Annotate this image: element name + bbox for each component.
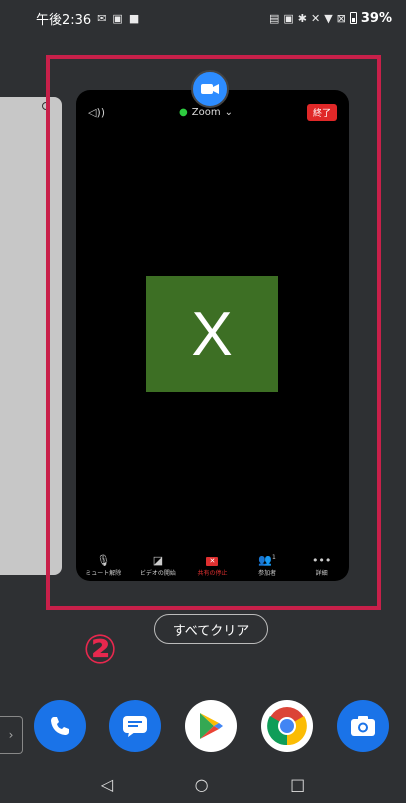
messages-app[interactable] xyxy=(109,700,161,752)
tool-label: 共有の停止 xyxy=(197,570,228,577)
battery-icon xyxy=(349,12,357,24)
video-icon: ■ xyxy=(128,11,140,25)
video-camera-icon xyxy=(201,84,219,94)
start-video-button[interactable]: ◪ ビデオの開始 xyxy=(133,555,183,577)
more-icon: ••• xyxy=(311,554,332,567)
unmute-button[interactable]: 🎙 ミュート解除 xyxy=(78,555,128,577)
mute-icon: ✕ xyxy=(310,11,321,25)
back-icon[interactable]: ◁ xyxy=(101,775,113,794)
play-store-app[interactable] xyxy=(185,700,237,752)
cast-icon: ▤ xyxy=(268,11,280,25)
chrome-app[interactable] xyxy=(261,700,313,752)
recents-icon[interactable]: □ xyxy=(290,775,305,794)
battery-percent: 39% xyxy=(360,10,392,26)
camera-app[interactable] xyxy=(337,700,389,752)
tool-label: 詳細 xyxy=(315,570,328,577)
status-bar: 午後2:36 ✉ ▣ ■ ▤ ▣ ✱ ✕ ▼ ⊠ 39% xyxy=(0,0,406,36)
shield-icon: ● xyxy=(179,106,188,118)
gmail-icon: ✉ xyxy=(97,11,107,25)
phone-app[interactable] xyxy=(34,700,86,752)
meeting-title-label: Zoom xyxy=(191,106,221,118)
stop-share-button[interactable]: ✕ 共有の停止 xyxy=(187,557,237,577)
participant-video-tile: X xyxy=(146,276,278,392)
participants-icon: 👥1 xyxy=(258,554,276,567)
meeting-title[interactable]: ● Zoom ⌄ xyxy=(179,107,233,118)
tool-label: 参加者 xyxy=(258,570,277,577)
camera-icon xyxy=(351,716,375,736)
end-meeting-button[interactable]: 終了 xyxy=(306,103,337,121)
participants-button[interactable]: 👥1 参加者 xyxy=(242,552,292,577)
meeting-toolbar: 🎙 ミュート解除 ◪ ビデオの開始 ✕ 共有の停止 👥1 参加者 ••• 詳細 xyxy=(76,551,349,581)
gallery-icon: ▣ xyxy=(112,11,123,25)
clear-all-button[interactable]: すべてクリア xyxy=(154,614,268,644)
messages-icon xyxy=(123,716,147,737)
tool-label: ビデオの開始 xyxy=(139,570,176,577)
play-store-icon xyxy=(200,713,223,739)
step-marker: ② xyxy=(83,627,117,673)
recent-app-card[interactable]: ◁)) ● Zoom ⌄ 終了 X 🎙 ミュート解除 ◪ ビデオの開始 ✕ 共有… xyxy=(76,90,349,581)
status-time: 午後2:36 xyxy=(36,12,92,28)
video-off-icon: ◪ xyxy=(152,554,164,567)
tool-label: ミュート解除 xyxy=(85,570,122,577)
chevron-down-icon: ⌄ xyxy=(224,106,233,118)
navigation-bar: ◁ ○ □ xyxy=(0,765,406,803)
stop-share-icon: ✕ xyxy=(206,557,219,566)
no-sim-icon: ⊠ xyxy=(336,11,346,25)
bluetooth-icon: ✱ xyxy=(297,11,307,25)
status-left: 午後2:36 ✉ ▣ ■ xyxy=(36,9,139,28)
app-dock xyxy=(0,698,406,756)
status-right: ▤ ▣ ✱ ✕ ▼ ⊠ 39% xyxy=(269,11,392,26)
phone-icon xyxy=(51,717,69,735)
chrome-icon xyxy=(267,707,307,746)
wifi-icon: ▼ xyxy=(324,11,333,25)
more-button[interactable]: ••• 詳細 xyxy=(297,555,347,577)
home-icon[interactable]: ○ xyxy=(195,775,209,794)
notification-icon: ▣ xyxy=(283,11,294,25)
participants-count: 1 xyxy=(272,554,276,562)
speaker-icon[interactable]: ◁)) xyxy=(88,106,105,119)
zoom-app-icon[interactable] xyxy=(191,70,229,108)
mic-off-icon: 🎙 xyxy=(96,554,111,567)
